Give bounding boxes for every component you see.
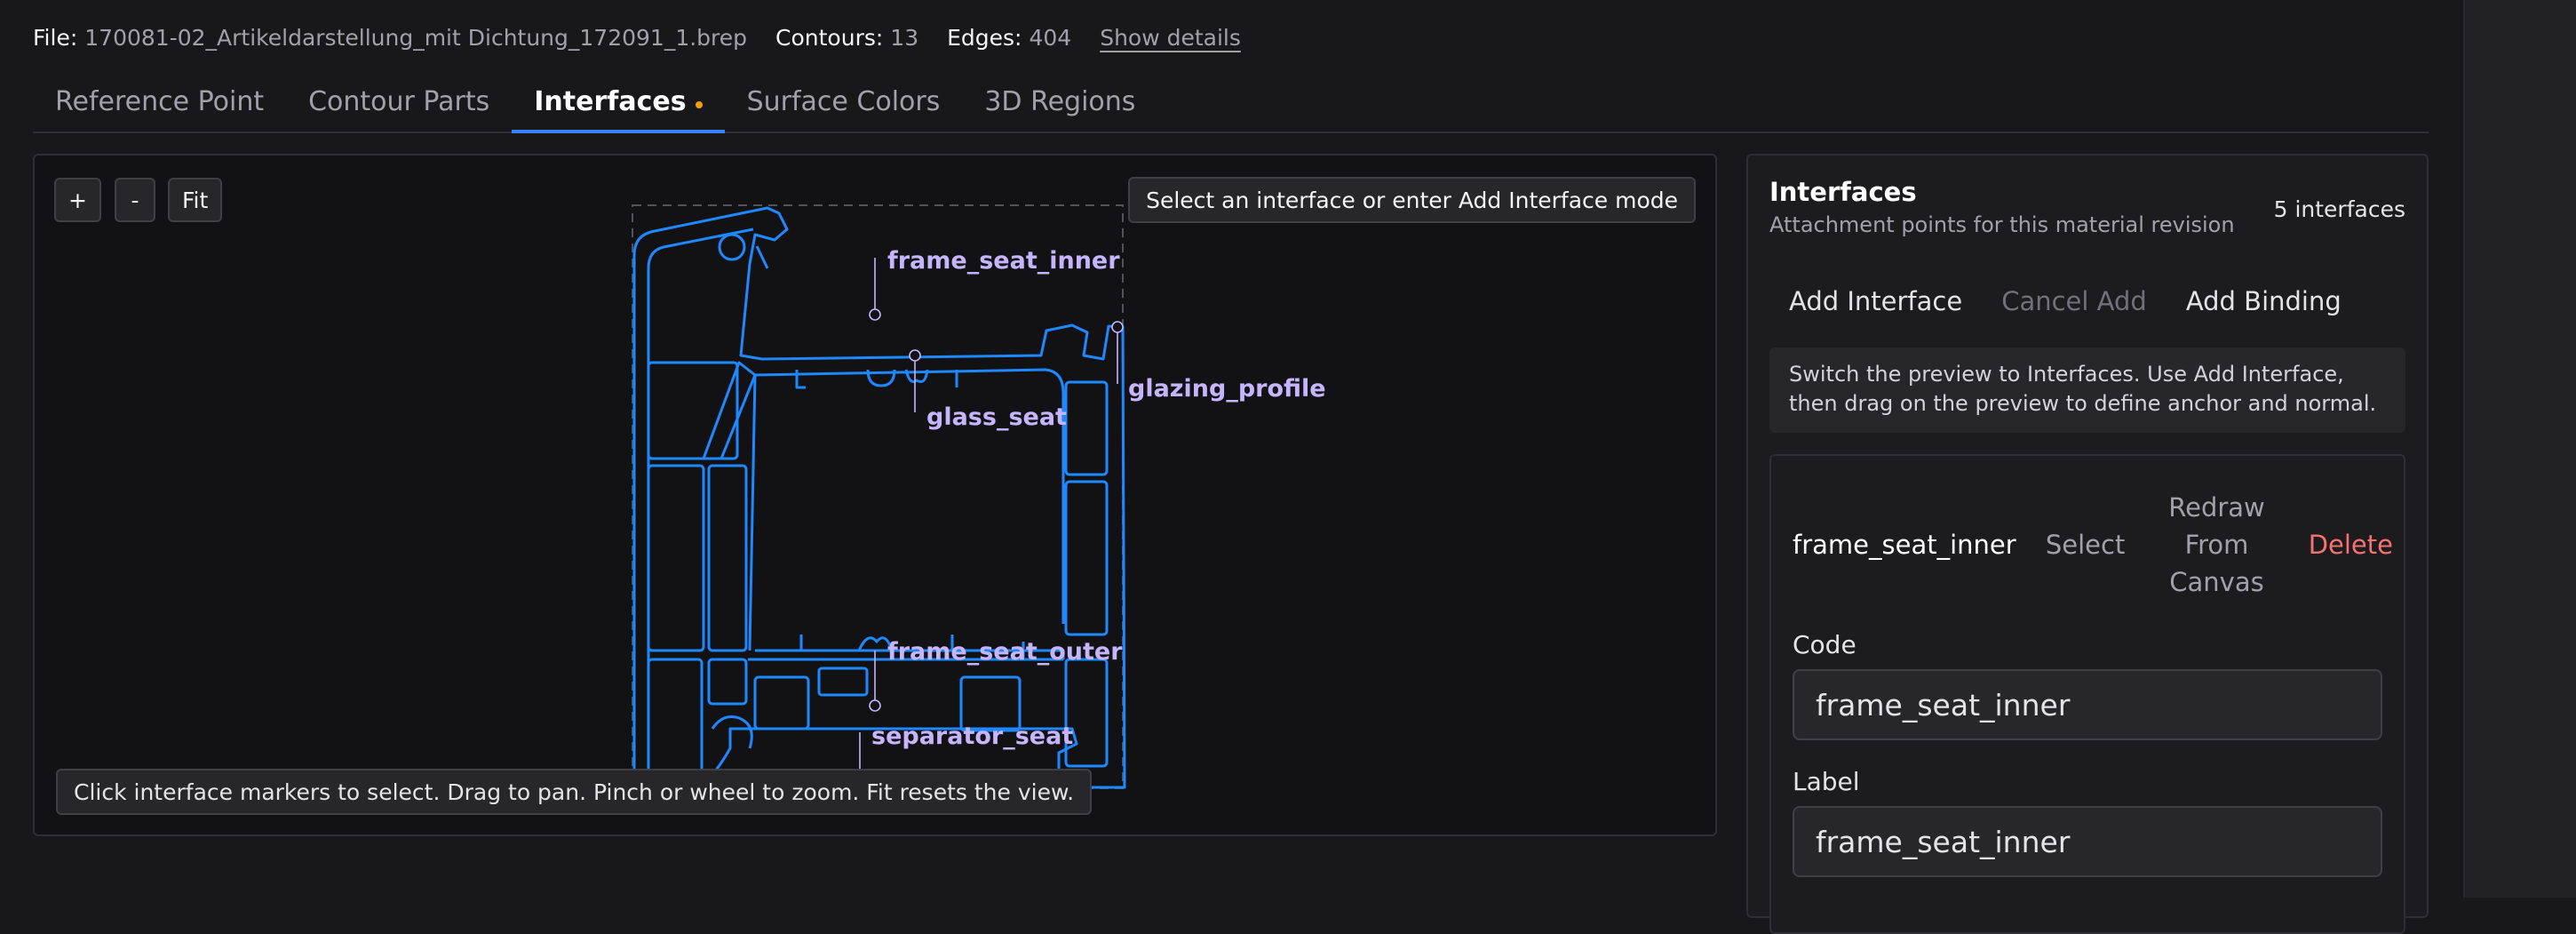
interface-card: frame_seat_inner Select Redraw From Canv…	[1769, 454, 2405, 934]
edges-value: 404	[1029, 24, 1072, 51]
file-info-bar: File: 170081-02_Artikeldarstellung_mit D…	[33, 20, 1241, 55]
tab-label: Contour Parts	[308, 85, 490, 117]
panel-subtitle: Attachment points for this material revi…	[1769, 212, 2235, 237]
edges-group: Edges: 404	[947, 25, 1071, 51]
code-field-label: Code	[1793, 630, 1856, 659]
interface-code-title: frame_seat_inner	[1793, 530, 2016, 560]
add-binding-button[interactable]: Add Binding	[2167, 275, 2361, 328]
interfaces-panel: Interfaces Attachment points for this ma…	[1746, 154, 2429, 934]
file-label: File:	[33, 24, 78, 51]
interface-label-frame-seat-outer[interactable]: frame_seat_outer	[887, 638, 1123, 666]
interface-label-frame-seat-inner[interactable]: frame_seat_inner	[887, 247, 1120, 275]
tab-3d-regions[interactable]: 3D Regions	[962, 71, 1157, 132]
tab-contour-parts[interactable]: Contour Parts	[286, 71, 512, 132]
tab-label: Reference Point	[55, 85, 265, 117]
file-name: 170081-02_Artikeldarstellung_mit Dichtun…	[84, 24, 748, 51]
canvas-top-hint: Select an interface or enter Add Interfa…	[1128, 177, 1696, 223]
canvas-bottom-hint: Click interface markers to select. Drag …	[56, 769, 1093, 815]
interface-label-separator-seat[interactable]: separator_seat	[871, 722, 1073, 750]
tab-label: 3D Regions	[984, 85, 1136, 117]
profile-contours	[632, 206, 1126, 789]
interface-markers[interactable]	[859, 258, 1124, 771]
unsaved-indicator-dot	[695, 101, 703, 108]
redraw-from-canvas-button[interactable]: Redraw From Canvas	[2155, 489, 2279, 601]
tab-label: Surface Colors	[746, 85, 941, 117]
preview-canvas[interactable]: frame_seat_inner glass_seat glazing_prof…	[33, 154, 1717, 836]
show-details-link[interactable]: Show details	[1100, 25, 1241, 51]
file-name-group: File: 170081-02_Artikeldarstellung_mit D…	[33, 25, 747, 51]
delete-interface-button[interactable]: Delete	[2309, 530, 2393, 560]
tab-interfaces[interactable]: Interfaces	[512, 71, 725, 133]
select-interface-button[interactable]: Select	[2046, 530, 2125, 560]
label-input[interactable]	[1793, 806, 2382, 877]
interface-label-glass-seat[interactable]: glass_seat	[926, 403, 1067, 431]
fit-button[interactable]: Fit	[168, 178, 223, 222]
zoom-out-button[interactable]: -	[115, 178, 155, 222]
contours-group: Contours: 13	[775, 25, 918, 51]
interface-card-header: frame_seat_inner Select Redraw From Canv…	[1793, 484, 2393, 605]
interface-label-glazing-profile[interactable]: glazing_profile	[1128, 375, 1326, 403]
right-sidebar-strip	[2463, 0, 2576, 898]
code-input[interactable]	[1793, 669, 2382, 740]
instructions-box: Switch the preview to Interfaces. Use Ad…	[1769, 347, 2405, 433]
tab-surface-colors[interactable]: Surface Colors	[725, 71, 963, 132]
contours-label: Contours:	[775, 24, 884, 51]
cancel-add-button[interactable]: Cancel Add	[1982, 275, 2167, 328]
edges-label: Edges:	[947, 24, 1022, 51]
panel-title: Interfaces	[1769, 177, 1917, 207]
label-field-label: Label	[1793, 767, 1860, 796]
interface-count: 5 interfaces	[2273, 196, 2405, 222]
zoom-in-button[interactable]: +	[54, 178, 101, 222]
main-area: File: 170081-02_Artikeldarstellung_mit D…	[0, 0, 2463, 934]
profile-drawing[interactable]: frame_seat_inner glass_seat glazing_prof…	[35, 156, 1717, 836]
panel-actions: Add Interface Cancel Add Add Binding	[1769, 275, 2361, 328]
tab-label: Interfaces	[534, 85, 687, 117]
tab-reference-point[interactable]: Reference Point	[33, 71, 286, 132]
tab-bar: Reference Point Contour Parts Interfaces…	[33, 71, 2429, 133]
add-interface-button[interactable]: Add Interface	[1769, 275, 1982, 328]
contours-value: 13	[890, 24, 919, 51]
